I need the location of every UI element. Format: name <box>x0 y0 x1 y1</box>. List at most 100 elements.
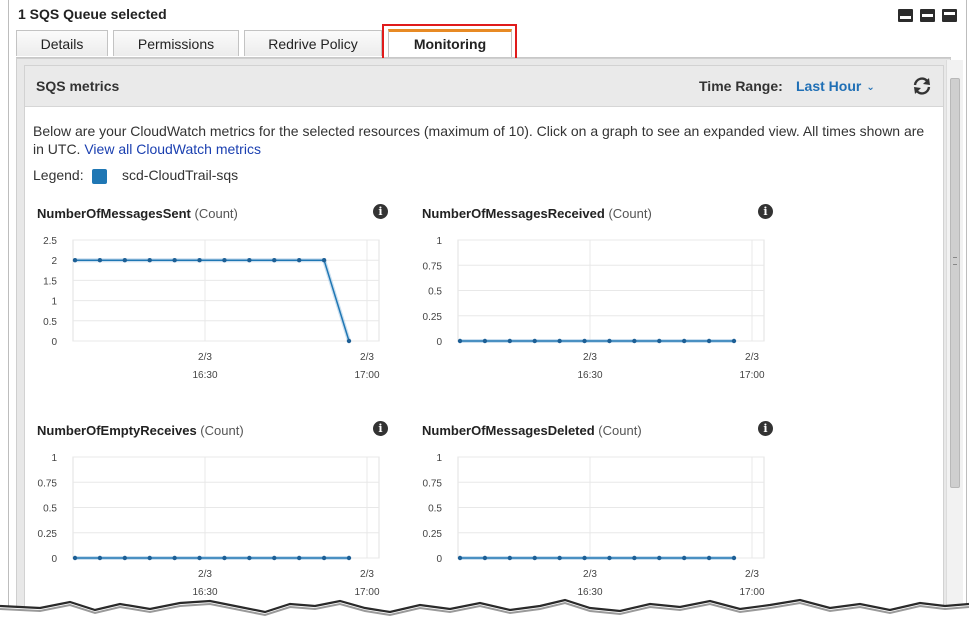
data-point <box>321 555 327 561</box>
y-tick-label: 0.25 <box>38 529 58 540</box>
y-tick-label: 0.5 <box>428 504 442 515</box>
time-range-label: Time Range: <box>699 78 783 94</box>
scrollbar-thumb[interactable] <box>950 78 960 488</box>
window-layout-icon[interactable] <box>920 9 935 22</box>
vertical-scrollbar[interactable] <box>946 60 963 615</box>
data-point <box>731 338 737 344</box>
data-point <box>632 555 637 561</box>
sqs-metrics-panel: SQS metrics Time Range: Last Hour ⌄ Below… <box>24 65 944 625</box>
chart-number-of-empty-receives[interactable]: 1 0.75 0.5 0.25 0 2/3 16:30 2/3 17:00 NumberOfEm… <box>37 421 397 623</box>
y-tick-label: 0 <box>436 337 442 348</box>
y-tick-label: 1 <box>436 453 442 464</box>
data-point <box>482 338 488 344</box>
data-point <box>296 555 302 561</box>
data-point <box>222 555 227 561</box>
data-point <box>607 338 612 344</box>
data-point <box>507 555 513 561</box>
tab-details[interactable]: Details <box>16 30 108 56</box>
panel-header: SQS metrics Time Range: Last Hour ⌄ <box>25 66 943 107</box>
chart-title: NumberOfMessagesDeleted (Count) <box>422 423 642 438</box>
data-point <box>607 555 612 561</box>
x-tick-date: 2/3 <box>360 352 374 363</box>
data-point <box>557 338 562 344</box>
y-tick-label: 0 <box>436 554 442 565</box>
x-tick-date: 2/3 <box>360 569 374 580</box>
y-tick-label: 2 <box>51 256 57 267</box>
window-layout-icon[interactable] <box>898 9 913 22</box>
y-tick-label: 0.75 <box>38 478 58 489</box>
chevron-down-icon: ⌄ <box>866 82 875 93</box>
pane-layout-controls <box>898 9 957 22</box>
data-point <box>706 338 712 344</box>
chart-unit: (Count) <box>194 206 238 221</box>
data-point <box>222 258 227 263</box>
pane-title: 1 SQS Queue selected <box>18 6 167 22</box>
x-tick-date: 2/3 <box>583 352 597 363</box>
refresh-icon[interactable] <box>911 75 933 97</box>
y-tick-label: 0.25 <box>423 312 443 323</box>
data-point <box>657 555 662 561</box>
tab-permissions[interactable]: Permissions <box>113 30 239 56</box>
y-tick-label: 0 <box>51 337 57 348</box>
data-point <box>582 338 587 344</box>
chart-title: NumberOfMessagesReceived (Count) <box>422 206 652 221</box>
chart-number-of-messages-sent[interactable]: 2.5 2 1.5 1 0.5 0 2/3 16:30 2/3 17:00 NumberOfMes… <box>37 204 397 406</box>
data-point <box>632 338 637 344</box>
data-point <box>147 555 152 561</box>
view-all-metrics-link[interactable]: View all CloudWatch metrics <box>84 141 261 157</box>
data-point <box>507 338 513 344</box>
info-icon[interactable]: i <box>373 204 388 219</box>
chart-metric-name: NumberOfMessagesReceived <box>422 206 605 221</box>
data-point <box>681 338 687 344</box>
window-layout-icon[interactable] <box>942 9 957 22</box>
data-point <box>532 338 537 344</box>
chart-unit: (Count) <box>608 206 652 221</box>
data-point <box>122 555 128 561</box>
x-tick-time: 16:30 <box>192 370 217 381</box>
scrollbar-grip-icon <box>953 257 957 265</box>
data-point <box>247 555 252 561</box>
data-point <box>457 555 463 561</box>
metrics-description: Below are your CloudWatch metrics for th… <box>33 122 938 158</box>
data-point <box>731 555 737 561</box>
data-point <box>272 555 277 561</box>
data-point <box>657 338 662 344</box>
tab-redrive-policy[interactable]: Redrive Policy <box>244 30 382 56</box>
data-point <box>122 258 128 263</box>
tab-monitoring[interactable]: Monitoring <box>388 29 512 57</box>
info-icon[interactable]: i <box>373 421 388 436</box>
chart-number-of-messages-received[interactable]: 1 0.75 0.5 0.25 0 2/3 16:30 2/3 17:00 NumberOfMe… <box>422 204 782 406</box>
chart-plot: 1 0.75 0.5 0.25 0 2/3 16:30 2/3 17:00 <box>423 236 765 381</box>
torn-edge <box>0 598 969 625</box>
y-tick-label: 0.5 <box>428 287 442 298</box>
y-tick-label: 1.5 <box>43 276 57 287</box>
panel-title: SQS metrics <box>36 78 120 94</box>
data-point <box>532 555 537 561</box>
chart-metric-name: NumberOfMessagesSent <box>37 206 191 221</box>
y-tick-label: 2.5 <box>43 236 57 247</box>
chart-title: NumberOfEmptyReceives (Count) <box>37 423 244 438</box>
x-tick-date: 2/3 <box>198 569 212 580</box>
y-tick-label: 0.25 <box>423 529 443 540</box>
data-point <box>296 258 302 263</box>
chart-metric-name: NumberOfMessagesDeleted <box>422 423 595 438</box>
y-tick-label: 0.75 <box>423 478 443 489</box>
x-tick-date: 2/3 <box>198 352 212 363</box>
x-tick-time: 17:00 <box>739 370 764 381</box>
data-point <box>346 555 352 561</box>
time-range-value: Last Hour <box>796 78 862 94</box>
data-point <box>197 258 202 263</box>
data-point <box>346 338 352 344</box>
data-point <box>72 258 78 263</box>
info-icon[interactable]: i <box>758 421 773 436</box>
data-point <box>681 555 687 561</box>
chart-plot: 2.5 2 1.5 1 0.5 0 2/3 16:30 2/3 17:00 <box>43 236 380 381</box>
data-point <box>97 555 103 561</box>
time-range-dropdown[interactable]: Last Hour ⌄ <box>796 78 875 94</box>
chart-number-of-messages-deleted[interactable]: 1 0.75 0.5 0.25 0 2/3 16:30 2/3 17:00 NumberOfMe… <box>422 421 782 623</box>
data-point <box>482 555 488 561</box>
info-icon[interactable]: i <box>758 204 773 219</box>
tab-bar: Details Permissions Redrive Policy Monit… <box>16 29 951 58</box>
chart-unit: (Count) <box>200 423 244 438</box>
chart-unit: (Count) <box>598 423 642 438</box>
